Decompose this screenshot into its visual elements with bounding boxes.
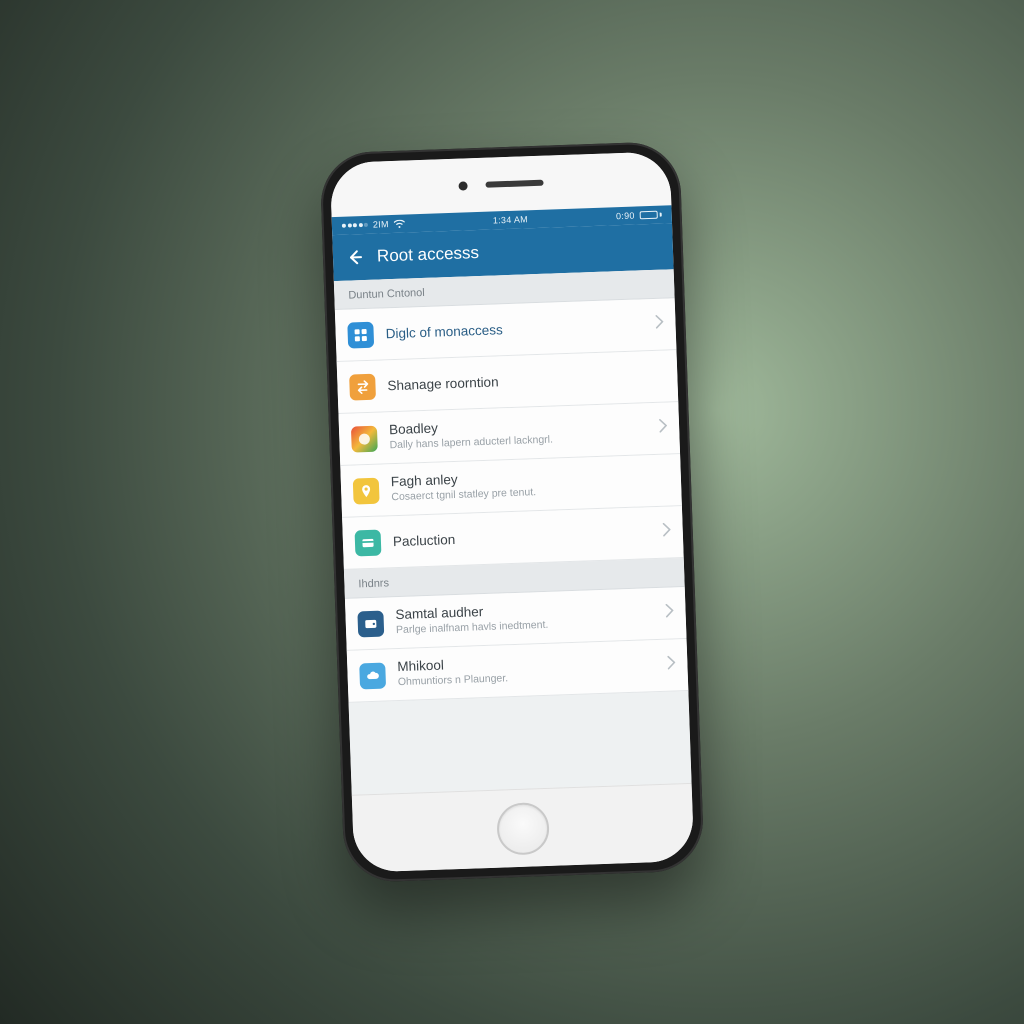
cloud-icon [359, 662, 386, 689]
grid-icon [347, 321, 374, 348]
chevron-right-icon [659, 419, 668, 438]
status-time: 1:34 AM [493, 214, 528, 225]
home-button[interactable] [496, 801, 550, 855]
arrow-left-icon [346, 248, 365, 267]
carrier-label: 2IM [373, 219, 389, 230]
chevron-right-icon [667, 655, 676, 674]
pin-icon [353, 477, 380, 504]
swap-icon [349, 373, 376, 400]
list-item-label: Diglc of monaccess [385, 317, 643, 341]
palette-icon [351, 425, 378, 452]
front-camera [458, 181, 467, 190]
back-button[interactable] [343, 245, 368, 270]
wallet-icon [357, 610, 384, 637]
battery-icon [640, 211, 662, 220]
list-item-label: Shanage roorntion [387, 369, 665, 394]
signal-strength-icon [342, 223, 368, 228]
settings-list[interactable]: Duntun Cntonol Diglc of monaccess Shanag… [334, 269, 692, 795]
page-title: Root accesss [377, 243, 480, 267]
home-button-bar [352, 783, 695, 873]
chevron-right-icon [662, 522, 671, 541]
earpiece-speaker [485, 180, 543, 188]
chevron-right-icon [665, 603, 674, 622]
card-icon [355, 529, 382, 556]
wifi-icon [394, 219, 405, 228]
chevron-right-icon [655, 315, 664, 334]
phone-frame: 2IM 1:34 AM 0:90 Root accesss Duntun Cnt… [319, 141, 704, 883]
list-item[interactable]: Mhikool Ohmuntiors n Plaunger. [347, 639, 689, 703]
phone-bezel: 2IM 1:34 AM 0:90 Root accesss Duntun Cnt… [330, 151, 695, 872]
battery-text: 0:90 [616, 211, 635, 222]
list-item-label: Pacluction [393, 525, 651, 549]
